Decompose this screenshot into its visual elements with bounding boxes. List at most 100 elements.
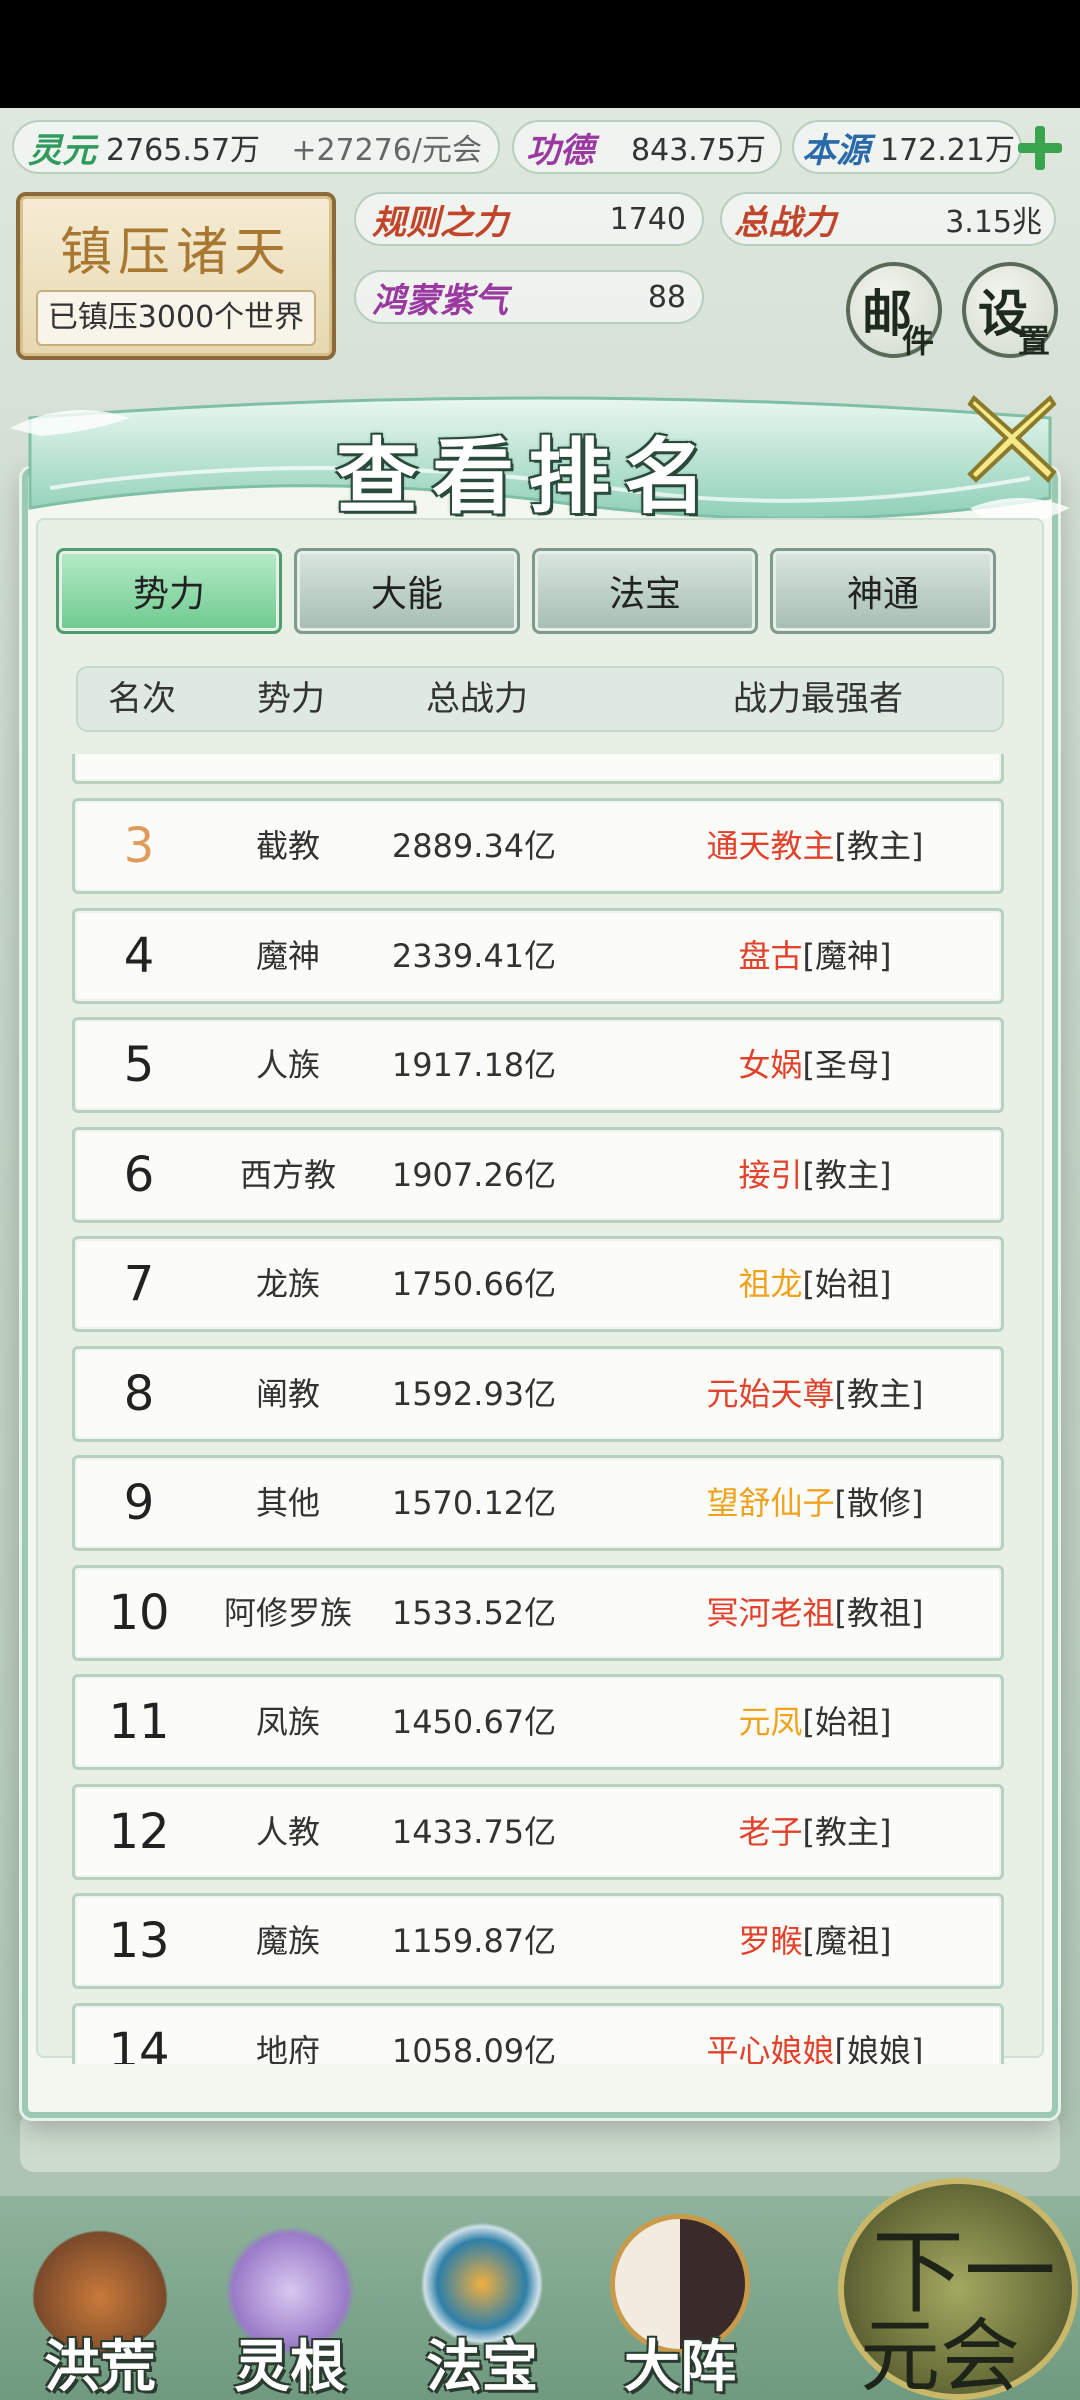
strongest-cell: 罗睺[魔祖] xyxy=(615,1896,1004,1986)
strongest-name: 通天教主 xyxy=(706,827,835,865)
strongest-cell: 元凤[始祖] xyxy=(615,1677,1004,1767)
next-epoch-line2: 元会 xyxy=(860,2310,1020,2400)
faction-name: 人教 xyxy=(255,1812,320,1851)
table-row: 9 其他 1570.12亿 望舒仙子[散修] xyxy=(72,1455,1004,1551)
tab-faction[interactable]: 势力 xyxy=(56,548,282,634)
nav-fabao[interactable]: 法宝 xyxy=(392,2206,572,2400)
strongest-cell: 冥河老祖[教祖] xyxy=(615,1568,1004,1658)
table-row: 10 阿修罗族 1533.52亿 冥河老祖[教祖] xyxy=(72,1564,1004,1661)
strongest-title: [教主] xyxy=(834,1374,924,1413)
faction-power: 2889.34亿 xyxy=(391,827,557,865)
nav-linggen-label: 灵根 xyxy=(234,2334,346,2400)
strongest-cell: 盘古[魔神] xyxy=(615,911,1004,1001)
faction-name: 地府 xyxy=(255,2031,320,2065)
tab-treasure[interactable]: 法宝 xyxy=(532,548,758,634)
strongest-name: 女娲 xyxy=(738,1046,803,1084)
nav-linggen[interactable]: 灵根 xyxy=(200,2206,380,2400)
strongest-name: 老子 xyxy=(738,1812,803,1851)
strongest-name: 接引 xyxy=(738,1155,803,1194)
table-row: 3 截教 2889.34亿 通天教主[教主] xyxy=(72,798,1004,894)
table-row: 8 阐教 1592.93亿 元始天尊[教主] xyxy=(72,1345,1004,1442)
nav-honghuang[interactable]: 洪荒 xyxy=(10,2206,190,2400)
modal-header: 查看排名 xyxy=(10,388,1070,538)
faction-name: 魔神 xyxy=(255,936,320,975)
strongest-title: [教主] xyxy=(802,1812,892,1851)
close-button[interactable] xyxy=(962,388,1062,488)
ranking-list[interactable]: 3 截教 2889.34亿 通天教主[教主] 4 魔神 2339.41亿 盘古[魔神] 5 人族 1… xyxy=(72,754,1004,2064)
strongest-title: [教祖] xyxy=(834,1593,924,1632)
faction-power: 1907.26亿 xyxy=(391,1155,557,1194)
modal-title: 查看排名 xyxy=(335,429,720,525)
mail-button-sub: 件 xyxy=(902,322,935,360)
settings-button-sub: 置 xyxy=(1018,322,1051,360)
add-benyuan-plus-icon[interactable] xyxy=(1018,126,1062,170)
resource-benyuan: 本源 172.21万 xyxy=(792,120,1022,174)
strongest-cell: 通天教主[教主] xyxy=(615,801,1004,891)
strongest-name: 望舒仙子 xyxy=(706,1484,835,1522)
gongde-label: 功德 xyxy=(526,130,594,171)
col-strongest: 战力最强者 xyxy=(733,679,903,719)
faction-power: 1570.12亿 xyxy=(391,1484,557,1522)
suppress-badge[interactable]: 镇压诸天 已镇压3000个世界 xyxy=(16,192,336,360)
faction-power: 1917.18亿 xyxy=(391,1046,557,1084)
col-power: 总战力 xyxy=(426,679,528,719)
benyuan-label: 本源 xyxy=(802,130,870,171)
total-power-value: 3.15兆 xyxy=(945,205,1042,240)
strongest-name: 元始天尊 xyxy=(706,1374,835,1413)
strongest-title: [教主] xyxy=(834,827,924,865)
faction-name: 阿修罗族 xyxy=(223,1593,352,1632)
strongest-cell: 平心娘娘[娘娘] xyxy=(615,2006,1004,2065)
rule-power-label: 规则之力 xyxy=(372,202,508,243)
table-row: 14 地府 1058.09亿 平心娘娘[娘娘] xyxy=(72,2002,1004,2065)
strongest-title: [始祖] xyxy=(802,1265,892,1303)
strongest-cell: 望舒仙子[散修] xyxy=(615,1458,1004,1548)
strongest-cell: 元始天尊[教主] xyxy=(615,1349,1004,1439)
strongest-name: 祖龙 xyxy=(738,1265,803,1303)
gongde-value: 843.75万 xyxy=(631,133,766,168)
strongest-name: 冥河老祖 xyxy=(706,1593,835,1632)
table-row: 11 凤族 1450.67亿 元凤[始祖] xyxy=(72,1674,1004,1770)
strongest-title: [始祖] xyxy=(802,1703,892,1741)
total-power-label: 总战力 xyxy=(734,202,836,243)
faction-power: 1058.09亿 xyxy=(391,2031,557,2065)
strongest-cell: 老子[教主] xyxy=(615,1787,1004,1877)
nav-fabao-label: 法宝 xyxy=(426,2334,538,2400)
next-epoch-button[interactable]: 下一 元会 xyxy=(838,2178,1078,2400)
tab-great-power[interactable]: 大能 xyxy=(294,548,520,634)
faction-name: 魔族 xyxy=(255,1922,320,1960)
faction-power: 1592.93亿 xyxy=(391,1374,557,1413)
table-row: 6 西方教 1907.26亿 接引[教主] xyxy=(72,1126,1004,1223)
table-row: 7 龙族 1750.66亿 祖龙[始祖] xyxy=(72,1236,1004,1332)
table-row: 13 魔族 1159.87亿 罗睺[魔祖] xyxy=(72,1893,1004,1989)
strongest-cell: 祖龙[始祖] xyxy=(615,1239,1004,1329)
rule-power: 规则之力 1740 xyxy=(354,192,704,246)
settings-button[interactable]: 设 置 xyxy=(962,262,1058,360)
faction-name: 截教 xyxy=(255,827,320,865)
strongest-title: [魔祖] xyxy=(802,1922,892,1960)
rule-power-value: 1740 xyxy=(609,201,686,237)
strongest-title: [圣母] xyxy=(802,1046,892,1084)
resource-lingyuan: 灵元 2765.57万 +27276/元会 xyxy=(12,120,500,174)
lingyuan-value: 2765.57万 xyxy=(106,133,261,168)
status-bar xyxy=(0,0,1080,108)
lingyuan-rate: +27276/元会 xyxy=(291,133,482,168)
tab-divine-skill[interactable]: 神通 xyxy=(770,548,996,634)
hongmeng-ziqi: 鸿蒙紫气 88 xyxy=(354,270,704,324)
nav-dazhen-label: 大阵 xyxy=(624,2334,736,2400)
nav-dazhen[interactable]: 大阵 xyxy=(590,2206,770,2400)
table-row-partial xyxy=(72,754,1004,784)
col-faction: 势力 xyxy=(257,679,325,719)
faction-power: 1433.75亿 xyxy=(391,1812,557,1851)
faction-power: 2339.41亿 xyxy=(391,936,557,975)
ranking-tabs: 势力 大能 法宝 神通 xyxy=(56,548,996,638)
strongest-name: 平心娘娘 xyxy=(706,2031,835,2065)
badge-subtitle: 已镇压3000个世界 xyxy=(36,290,316,346)
lingyuan-label: 灵元 xyxy=(28,130,96,171)
mail-button[interactable]: 邮 件 xyxy=(846,262,942,360)
resource-gongde: 功德 843.75万 xyxy=(512,120,782,174)
table-row: 12 人教 1433.75亿 老子[教主] xyxy=(72,1783,1004,1880)
strongest-cell: 女娲[圣母] xyxy=(615,1020,1004,1110)
benyuan-value: 172.21万 xyxy=(880,133,1015,168)
faction-power: 1750.66亿 xyxy=(391,1265,557,1303)
faction-power: 1450.67亿 xyxy=(391,1703,557,1741)
